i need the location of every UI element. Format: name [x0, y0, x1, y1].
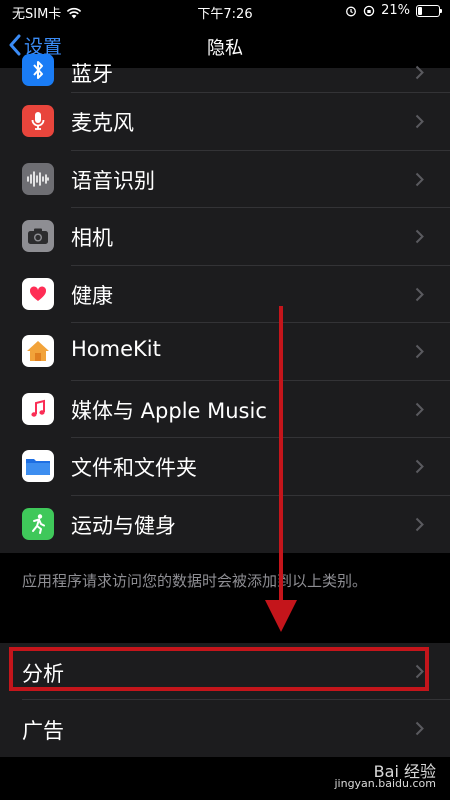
- list-item-label: 媒体与 Apple Music: [71, 398, 267, 423]
- list-item-health[interactable]: 健康: [0, 266, 450, 323]
- list-item-label: 相机: [71, 226, 113, 250]
- list-item-camera[interactable]: 相机: [0, 208, 450, 266]
- microphone-icon: [22, 105, 54, 137]
- settings-group-analytics: 分析 广告: [0, 643, 450, 757]
- orientation-lock-icon: [363, 5, 375, 16]
- list-item-analytics[interactable]: 分析: [0, 643, 450, 700]
- navigation-bar: 设置 隐私: [0, 22, 450, 68]
- folder-icon: [22, 450, 54, 482]
- list-item-files-folders[interactable]: 文件和文件夹: [0, 438, 450, 496]
- list-item-label: 文件和文件夹: [71, 456, 197, 480]
- list-item-bluetooth[interactable]: 蓝牙: [0, 54, 450, 93]
- chevron-right-icon: [415, 229, 424, 244]
- watermark-url: jingyan.baidu.com: [334, 777, 436, 790]
- list-item-label: 运动与健身: [71, 513, 176, 538]
- list-item-motion-fitness[interactable]: 运动与健身: [0, 496, 450, 554]
- chevron-right-icon: [415, 114, 424, 129]
- list-item-label: 健康: [71, 283, 113, 308]
- list-item-media-apple-music[interactable]: 媒体与 Apple Music: [0, 381, 450, 438]
- camera-icon: [22, 220, 54, 252]
- battery-icon: [416, 4, 442, 17]
- chevron-right-icon: [415, 459, 424, 474]
- fitness-icon: [22, 507, 54, 540]
- list-item-label: 蓝牙: [71, 62, 113, 86]
- list-item-label: 广告: [22, 719, 64, 743]
- watermark: Bai 经验 jingyan.baidu.com: [334, 764, 436, 790]
- status-bar: 无SIM卡 下午7:26 21%: [0, 0, 450, 22]
- list-item-microphone[interactable]: 麦克风: [0, 93, 450, 151]
- list-item-speech-recognition[interactable]: 语音识别: [0, 151, 450, 208]
- chevron-right-icon: [415, 664, 424, 679]
- chevron-right-icon: [415, 517, 424, 531]
- chevron-right-icon: [415, 287, 424, 301]
- chevron-right-icon: [415, 344, 424, 359]
- list-item-advertising[interactable]: 广告: [0, 700, 450, 757]
- chevron-right-icon: [415, 65, 424, 80]
- battery-percent: 21%: [381, 3, 410, 18]
- alarm-icon: [346, 6, 357, 16]
- home-icon: [22, 335, 54, 367]
- list-item-label: 语音识别: [71, 168, 155, 193]
- heart-icon: [22, 277, 54, 310]
- bluetooth-icon: [22, 54, 54, 86]
- list-item-label: HomeKit: [71, 337, 161, 361]
- section-footer-note: 应用程序请求访问您的数据时会被添加到以上类别。: [22, 572, 368, 590]
- page-title: 隐私: [207, 38, 243, 59]
- list-item-homekit[interactable]: HomeKit: [0, 323, 450, 381]
- chevron-right-icon: [415, 721, 424, 736]
- privacy-list: 蓝牙 麦克风 语音识别 相机 健康 HomeKit 媒体与 Apple Musi…: [0, 54, 450, 554]
- music-icon: [22, 392, 54, 425]
- chevron-right-icon: [415, 402, 424, 416]
- chevron-right-icon: [415, 172, 424, 186]
- waveform-icon: [22, 162, 54, 195]
- list-item-label: 麦克风: [71, 111, 134, 135]
- list-item-label: 分析: [22, 662, 64, 686]
